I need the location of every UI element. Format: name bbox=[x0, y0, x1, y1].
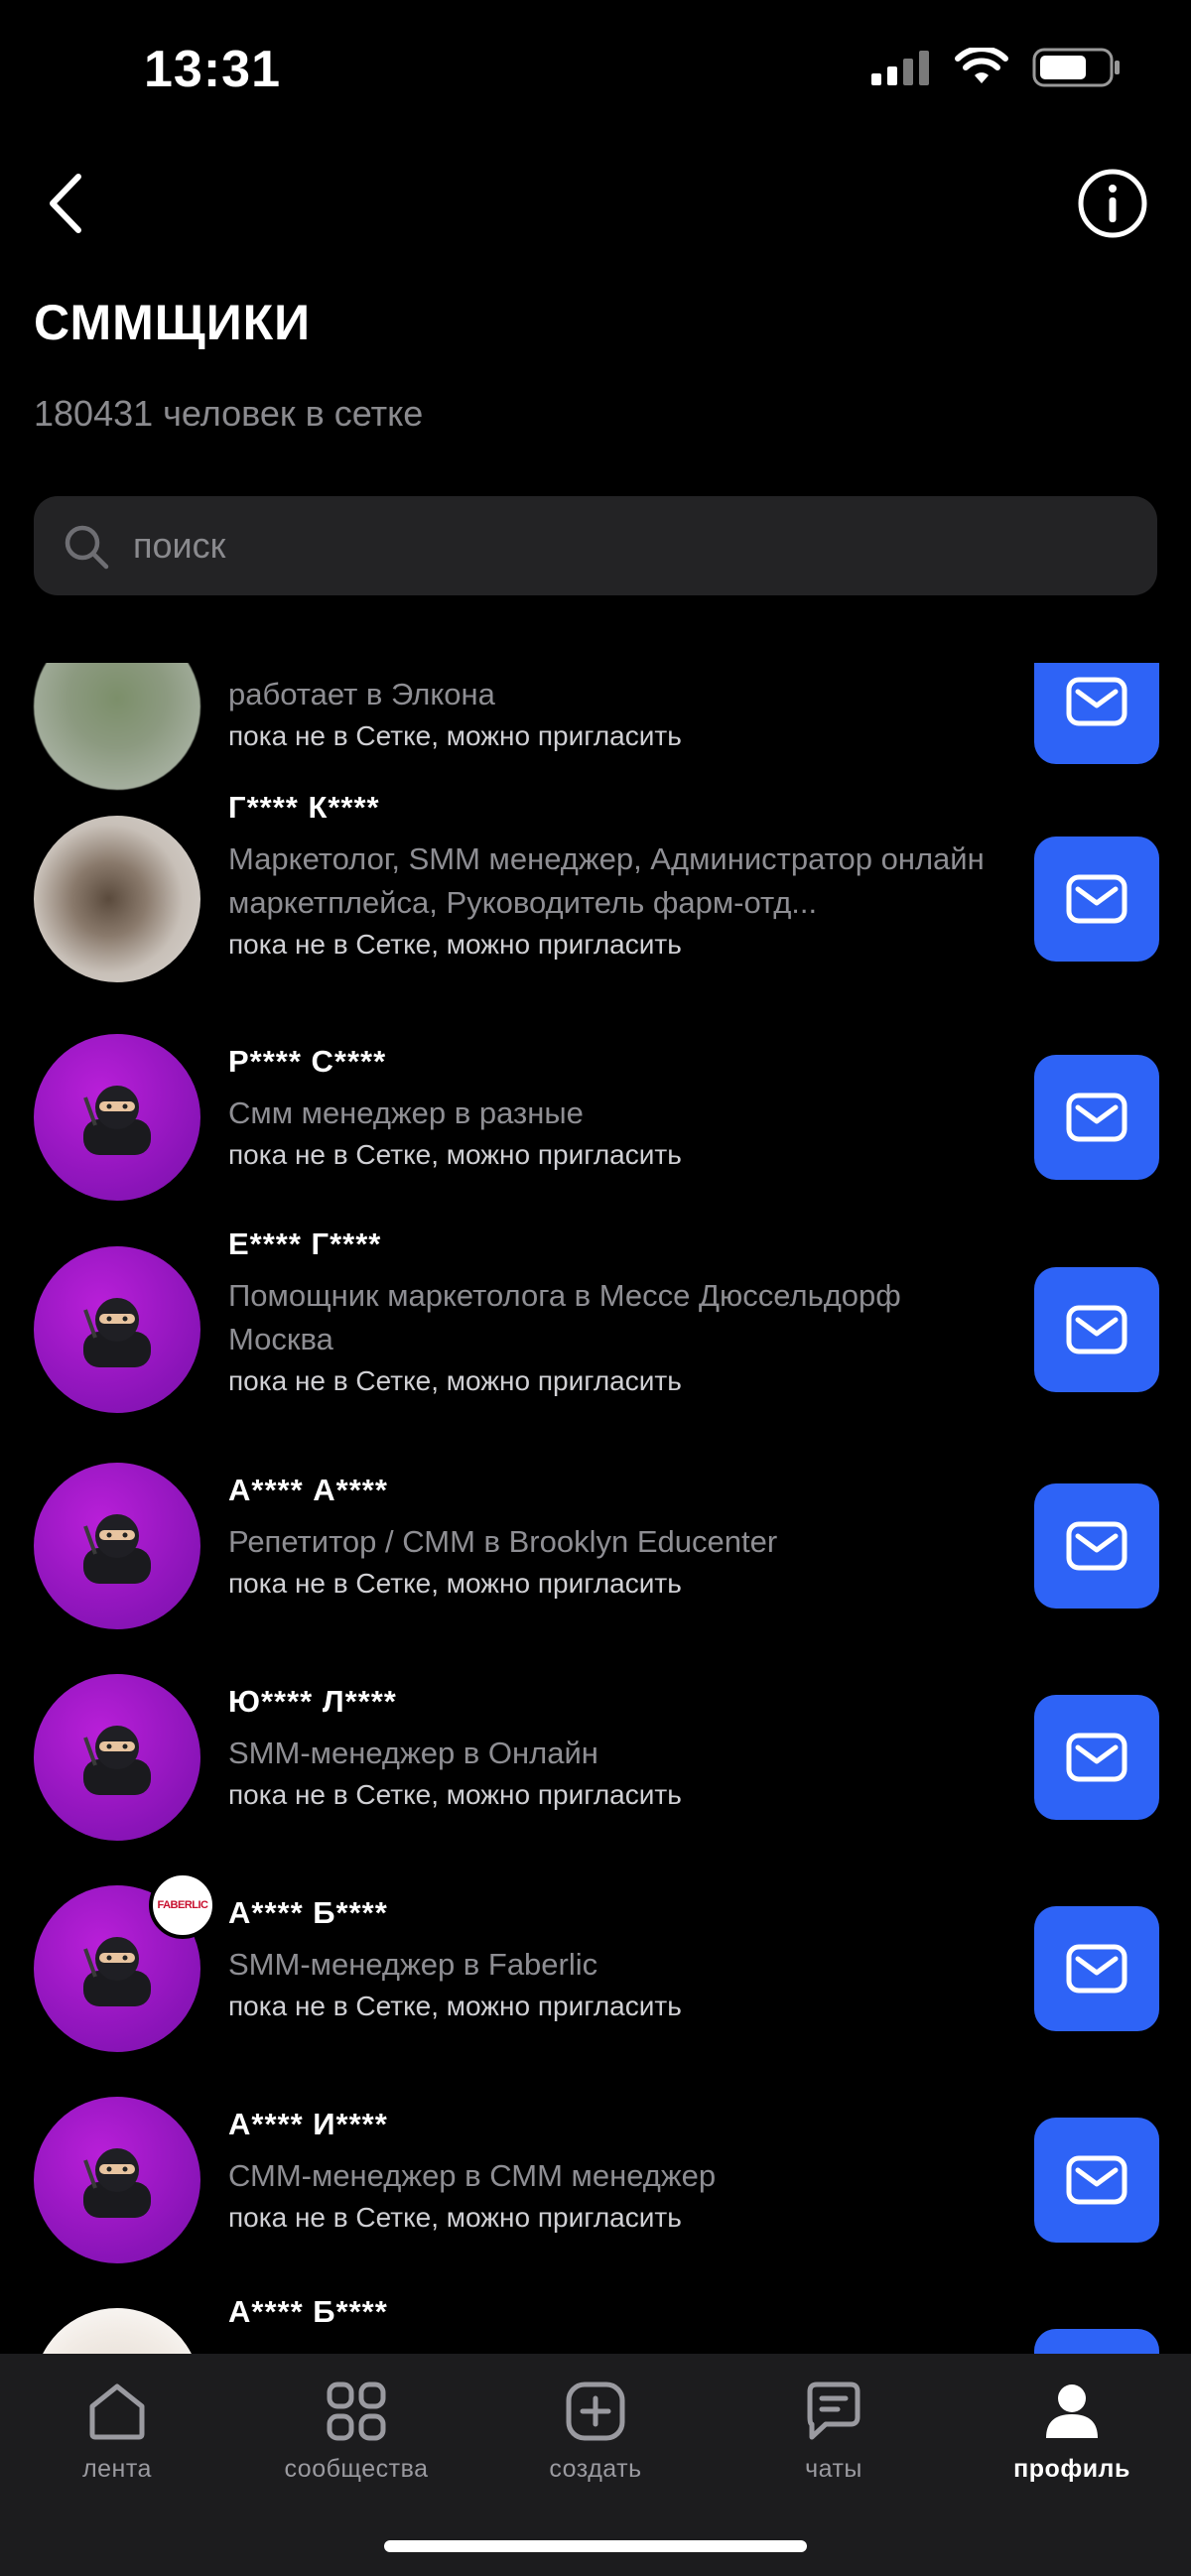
person-role: работает в Элкона bbox=[228, 677, 495, 711]
person-name: А**** А**** bbox=[228, 1473, 388, 1507]
tab-label: профиль bbox=[1013, 2455, 1130, 2483]
avatar bbox=[34, 1674, 200, 1841]
chevron-left-icon bbox=[50, 174, 81, 233]
invite-hint: пока не в Сетке, можно пригласить bbox=[228, 929, 682, 960]
message-button[interactable] bbox=[1034, 1695, 1159, 1820]
signal-icon bbox=[871, 51, 929, 85]
status-time: 13:31 bbox=[144, 41, 281, 98]
invite-hint: пока не в Сетке, можно пригласить bbox=[228, 720, 682, 751]
mail-icon bbox=[1066, 2155, 1127, 2205]
message-button[interactable] bbox=[1034, 2118, 1159, 2243]
info-icon bbox=[1078, 169, 1147, 238]
mail-icon bbox=[1066, 677, 1127, 726]
person-name: Е**** Г**** bbox=[228, 1226, 382, 1261]
person-role: СММ-менеджер в СММ менеджер bbox=[228, 2158, 717, 2193]
tab-label: лента bbox=[82, 2455, 152, 2483]
people-list[interactable]: работает в Элкона пока не в Сетке, можно… bbox=[0, 663, 1191, 2354]
person-name: Р**** С**** bbox=[228, 1044, 387, 1079]
battery-icon bbox=[1032, 48, 1120, 87]
message-button[interactable] bbox=[1034, 837, 1159, 962]
status-bar: 13:31 bbox=[0, 0, 1191, 139]
invite-hint: пока не в Сетке, можно пригласить bbox=[228, 1991, 682, 2021]
ninja-icon bbox=[83, 1086, 151, 1155]
plus-square-icon bbox=[566, 2382, 625, 2441]
invite-hint: пока не в Сетке, можно пригласить bbox=[228, 1779, 682, 1810]
wifi-icon bbox=[955, 48, 1008, 83]
message-button[interactable] bbox=[1034, 2329, 1159, 2354]
person-role: Помощник маркетолога в Мессе Дюссельдорф… bbox=[228, 1278, 901, 1356]
invite-hint: пока не в Сетке, можно пригласить bbox=[228, 1568, 682, 1599]
members-count: 180431 человек в сетке bbox=[34, 393, 424, 434]
message-button[interactable] bbox=[1034, 1906, 1159, 2031]
back-button[interactable] bbox=[30, 169, 99, 238]
search-bar[interactable] bbox=[34, 496, 1157, 595]
ninja-icon bbox=[83, 1726, 151, 1795]
person-name: А**** И**** bbox=[228, 2107, 388, 2141]
person-role: Репетитор / СММ в Brooklyn Educenter bbox=[228, 1524, 778, 1559]
ninja-icon bbox=[83, 1298, 151, 1367]
message-button[interactable] bbox=[1034, 1267, 1159, 1392]
tab-label: чаты bbox=[805, 2455, 862, 2483]
person-role: Смм менеджер в разные bbox=[228, 1095, 584, 1130]
mail-icon bbox=[1066, 1305, 1127, 1354]
company-logo-badge: FABERLIC bbox=[149, 1871, 216, 1939]
nav-bar bbox=[0, 159, 1191, 248]
person-role: SMM-менеджер в Онлайн bbox=[228, 1736, 598, 1770]
invite-hint: пока не в Сетке, можно пригласить bbox=[228, 2202, 682, 2233]
person-role: SMM-менеджер в Faberlic bbox=[228, 1947, 598, 1982]
avatar bbox=[34, 1463, 200, 1629]
mail-icon bbox=[1066, 1521, 1127, 1571]
status-icons bbox=[869, 48, 1122, 87]
ninja-icon bbox=[83, 1514, 151, 1584]
invite-hint: пока не в Сетке, можно пригласить bbox=[228, 1139, 682, 1170]
profile-icon bbox=[1046, 2384, 1098, 2438]
person-name: Ю**** Л**** bbox=[228, 1684, 397, 1719]
search-input[interactable] bbox=[133, 496, 1125, 595]
info-button[interactable] bbox=[1074, 165, 1151, 242]
tab-profile[interactable]: профиль bbox=[963, 2378, 1181, 2497]
grid-icon bbox=[327, 2382, 386, 2441]
home-icon bbox=[89, 2383, 145, 2440]
mail-icon bbox=[1066, 874, 1127, 924]
message-button[interactable] bbox=[1034, 1483, 1159, 1609]
person-role: Маркетолог, SMM менеджер, Администратор … bbox=[228, 841, 985, 920]
message-button[interactable] bbox=[1034, 663, 1159, 764]
ninja-icon bbox=[83, 1937, 151, 2006]
avatar bbox=[34, 816, 200, 982]
person-name: А**** Б**** bbox=[228, 2294, 388, 2329]
invite-hint: пока не в Сетке, можно пригласить bbox=[228, 1365, 682, 1396]
tab-communities[interactable]: сообщества bbox=[247, 2378, 465, 2497]
mail-icon bbox=[1066, 1733, 1127, 1782]
person-name: А**** Б**** bbox=[228, 1895, 388, 1930]
mail-icon bbox=[1066, 1944, 1127, 1994]
tab-feed[interactable]: лента bbox=[8, 2378, 226, 2497]
search-icon bbox=[65, 525, 109, 570]
avatar bbox=[34, 2097, 200, 2263]
tab-create[interactable]: создать bbox=[486, 2378, 705, 2497]
person-name: Г**** К**** bbox=[228, 790, 380, 825]
avatar bbox=[34, 1034, 200, 1201]
avatar bbox=[34, 1246, 200, 1413]
home-indicator bbox=[384, 2540, 807, 2552]
page-title: СММЩИКИ bbox=[34, 295, 312, 350]
mail-icon bbox=[1066, 1093, 1127, 1142]
tab-label: создать bbox=[549, 2455, 642, 2483]
tab-chats[interactable]: чаты bbox=[725, 2378, 943, 2497]
message-button[interactable] bbox=[1034, 1055, 1159, 1180]
avatar bbox=[34, 663, 200, 790]
ninja-icon bbox=[83, 2148, 151, 2218]
chat-icon bbox=[807, 2382, 860, 2440]
avatar bbox=[34, 2308, 200, 2354]
tab-label: сообщества bbox=[284, 2455, 429, 2483]
